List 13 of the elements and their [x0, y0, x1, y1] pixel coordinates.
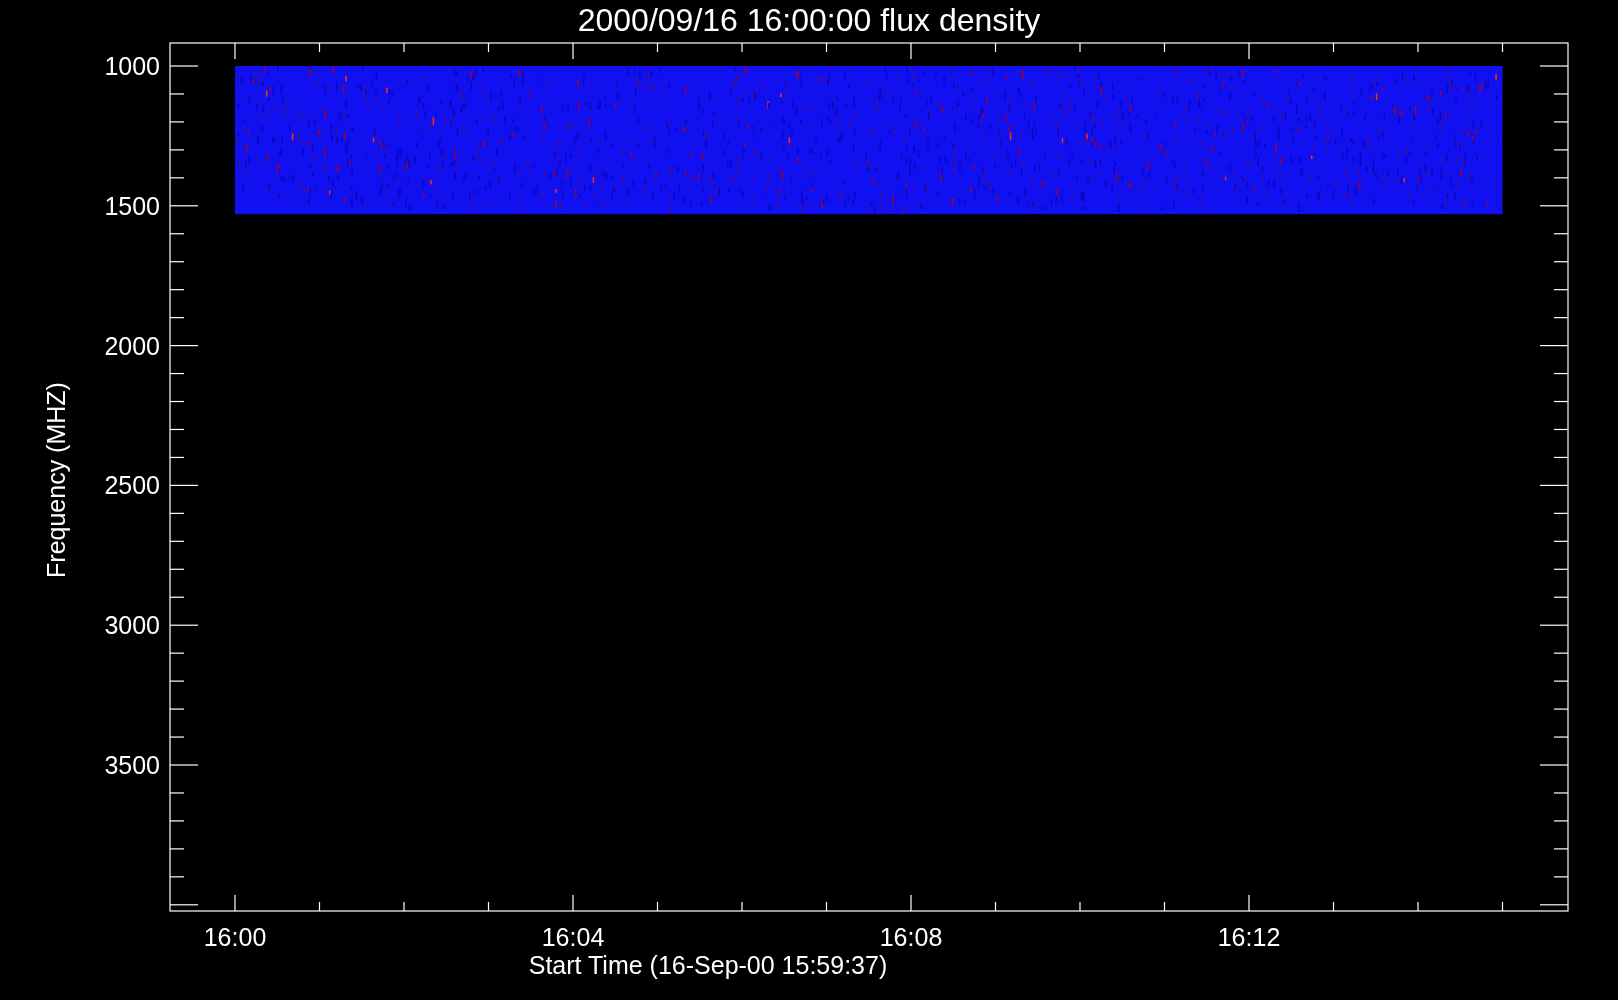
- y-tick-label: 1500: [104, 191, 160, 220]
- y-tick-label: 2500: [104, 471, 160, 500]
- x-axis-label: Start Time (16-Sep-00 15:59:37): [528, 951, 888, 979]
- y-tick-label: 3500: [104, 751, 160, 779]
- x-tick-label: 16:00: [203, 923, 267, 951]
- x-tick-label: 16:04: [541, 923, 605, 951]
- y-tick-label: 2000: [104, 331, 160, 360]
- x-tick-label: 16:12: [1217, 923, 1281, 951]
- chart-title: 2000/09/16 16:00:00 flux density: [577, 2, 1041, 38]
- x-tick-label: 16:08: [879, 923, 943, 951]
- y-tick-label: 1000: [104, 52, 160, 80]
- y-axis-label: Frequency (MHZ): [42, 382, 70, 578]
- y-tick-label: 3000: [104, 611, 160, 640]
